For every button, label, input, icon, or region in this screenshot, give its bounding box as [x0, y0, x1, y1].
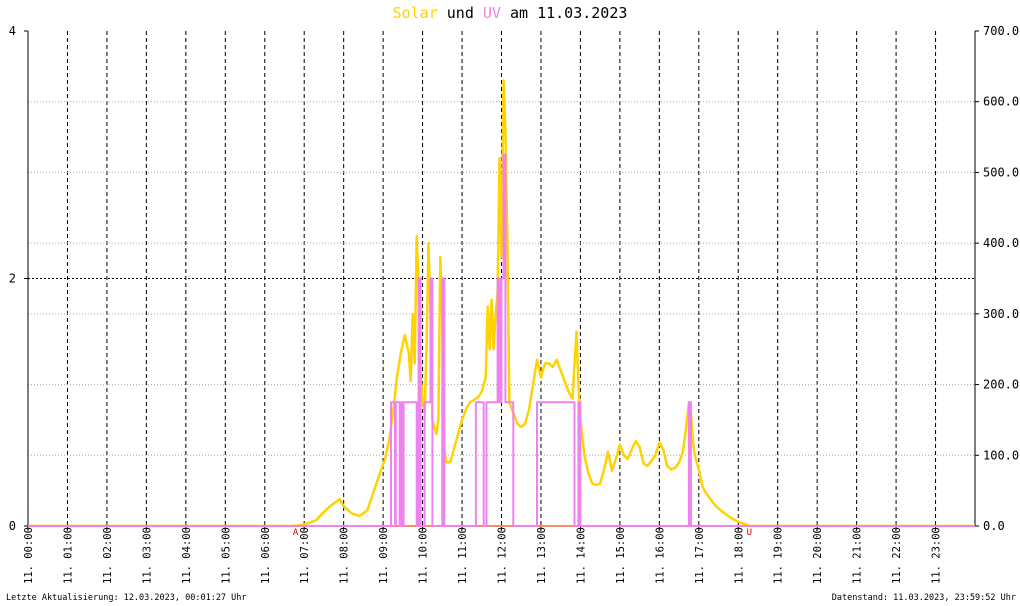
- solar-uv-chart: 0 2 4 0.0 100.0 200.0 300.0 400.0 500.0 600.0 700.…: [9, 24, 1019, 584]
- y-left-tick-label: 0: [9, 519, 16, 533]
- x-tick-label: 11. 15:00: [615, 527, 627, 584]
- x-tick-label: 11. 08:00: [339, 527, 351, 584]
- y-right-tick-label: 300.0: [983, 307, 1019, 321]
- x-tick-label: 11. 16:00: [654, 527, 666, 584]
- x-tick-label: 11. 20:00: [812, 527, 824, 584]
- x-tick-label: 11. 23:00: [931, 527, 943, 584]
- x-tick-label: 11. 14:00: [575, 527, 587, 584]
- x-tick-label: 11. 03:00: [141, 527, 153, 584]
- footer-last-update: Letzte Aktualisierung: 12.03.2023, 00:01…: [6, 593, 247, 603]
- y-right-tick-label: 100.0: [983, 448, 1019, 462]
- x-tick-label: 11. 04:00: [181, 527, 193, 584]
- x-tick-label: 11. 01:00: [62, 527, 74, 584]
- x-tick-label: 11. 05:00: [220, 527, 232, 584]
- x-tick-label: 11. 13:00: [536, 527, 548, 584]
- x-tick-label: 11. 07:00: [299, 527, 311, 584]
- y-right-tick-label: 500.0: [983, 165, 1019, 179]
- x-tick-label: 11. 19:00: [773, 527, 785, 584]
- x-tick-label: 11. 10:00: [418, 527, 430, 584]
- y-left-tick-label: 4: [9, 24, 16, 38]
- x-tick-label: 11. 21:00: [852, 527, 864, 584]
- x-tick-label: 11. 00:00: [23, 527, 35, 584]
- x-tick-label: 11. 06:00: [260, 527, 272, 584]
- y-right-tick-label: 0.0: [983, 519, 1005, 533]
- marker-a: A: [293, 528, 299, 538]
- x-tick-label: 11. 22:00: [891, 527, 903, 584]
- marker-u: U: [747, 528, 752, 538]
- x-tick-label: 11. 12:00: [497, 527, 509, 584]
- y-right-tick-label: 600.0: [983, 95, 1019, 109]
- x-tick-label: 11. 09:00: [378, 527, 390, 584]
- y-right-tick-label: 400.0: [983, 236, 1019, 250]
- y-right-tick-label: 200.0: [983, 378, 1019, 392]
- x-tick-label: 11. 18:00: [733, 527, 745, 584]
- footer-data-state: Datenstand: 11.03.2023, 23:59:52 Uhr: [831, 593, 1016, 603]
- y-right-tick-label: 700.0: [983, 24, 1019, 38]
- x-tick-label: 11. 11:00: [457, 527, 469, 584]
- y-left-tick-label: 2: [9, 272, 16, 286]
- x-tick-label: 11. 17:00: [694, 527, 706, 584]
- x-tick-label: 11. 02:00: [102, 527, 114, 584]
